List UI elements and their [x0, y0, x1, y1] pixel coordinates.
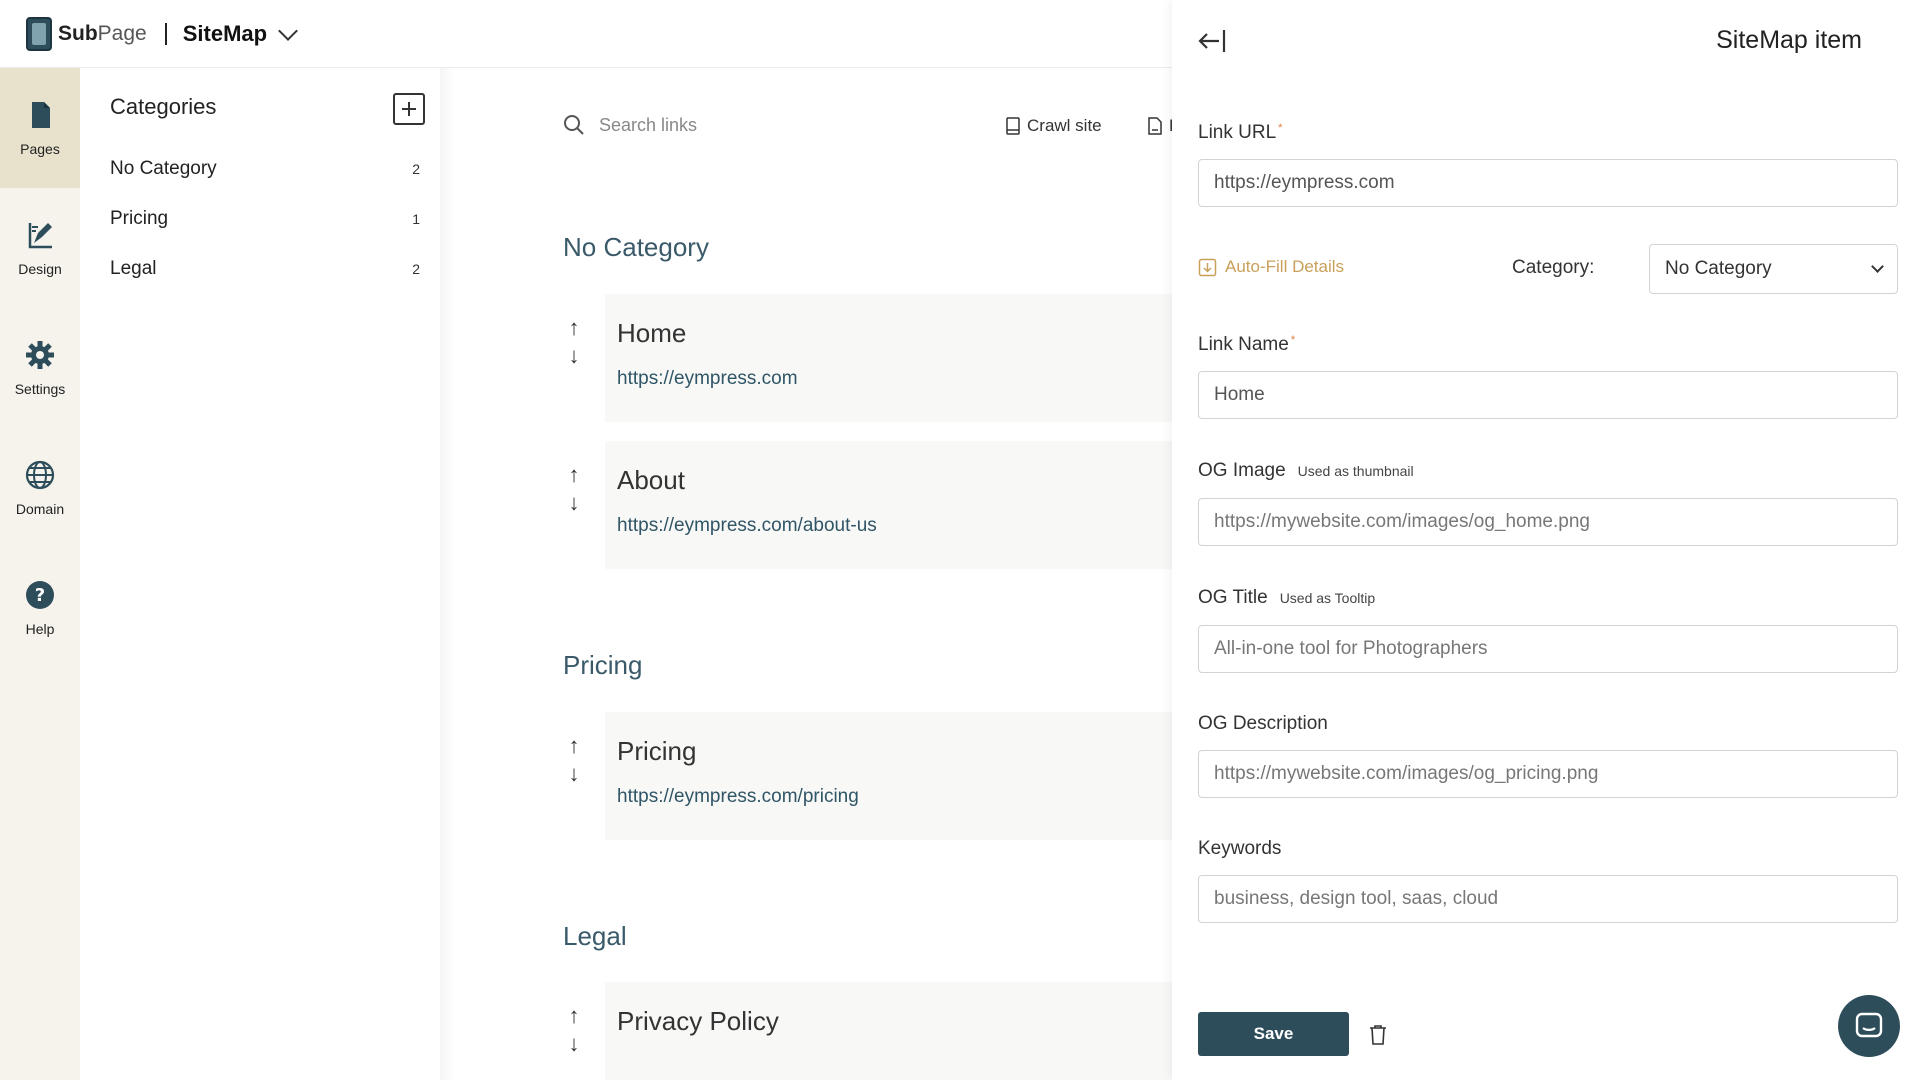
link-card[interactable]: About https://eympress.com/about-us: [605, 441, 1172, 569]
categories-panel: Categories No Category 2 Pricing 1 Legal…: [80, 68, 440, 1080]
crawl-site-button[interactable]: Crawl site: [1005, 116, 1102, 136]
add-category-button[interactable]: [393, 93, 425, 125]
main-content: Search links Crawl site E No Category ↑↓…: [455, 68, 1172, 1080]
nav-label: Domain: [15, 501, 65, 517]
link-name-field[interactable]: Home: [1198, 371, 1898, 419]
section-title: No Category: [563, 232, 709, 262]
og-description-label: OG Description: [1198, 713, 1328, 734]
og-image-label: OG Image Used as thumbnail: [1198, 460, 1414, 481]
design-icon: [28, 223, 52, 249]
category-label: Category:: [1512, 257, 1595, 278]
section-title: Legal: [563, 921, 627, 951]
link-name: Home: [617, 318, 687, 348]
top-bar: SubPage SiteMap: [0, 0, 1172, 68]
nav-item-pages[interactable]: Pages: [0, 68, 80, 188]
logo-icon: [26, 16, 52, 51]
og-description-field[interactable]: https://mywebsite.com/images/og_pricing.…: [1198, 750, 1898, 798]
nav-label: Help: [25, 621, 55, 637]
category-item[interactable]: No Category 2: [110, 158, 420, 180]
subpage-logo[interactable]: SubPage: [26, 16, 147, 51]
reorder-arrows[interactable]: ↑ ↓: [563, 1002, 585, 1062]
chevron-down-icon[interactable]: [278, 20, 298, 41]
panel-divider: [440, 68, 455, 1080]
link-url: https://eympress.com/about-us: [617, 515, 877, 536]
reorder-arrows[interactable]: ↑ ↓: [563, 461, 585, 521]
svg-text:?: ?: [35, 585, 45, 606]
nav-label: Design: [18, 261, 62, 277]
link-url: https://eympress.com/pricing: [617, 786, 859, 807]
globe-icon: [25, 460, 55, 490]
link-card[interactable]: Pricing https://eympress.com/pricing: [605, 712, 1172, 840]
download-icon: [1198, 258, 1217, 276]
link-card[interactable]: Privacy Policy: [605, 982, 1172, 1080]
link-name-label: Link Name *: [1198, 334, 1296, 355]
category-select[interactable]: No Category: [1649, 244, 1898, 294]
section-title: Pricing: [563, 650, 643, 680]
category-item[interactable]: Pricing 1: [110, 208, 420, 230]
category-count: 2: [412, 161, 420, 177]
arrow-down-icon[interactable]: ↓: [563, 760, 585, 788]
export-button[interactable]: E: [1147, 116, 1172, 136]
help-icon: ?: [26, 581, 54, 609]
link-card[interactable]: Home https://eympress.com: [605, 294, 1172, 422]
nav-item-domain[interactable]: Domain: [0, 428, 80, 548]
file-icon: [1148, 117, 1162, 135]
arrow-up-icon[interactable]: ↑: [563, 461, 585, 489]
gear-icon: [26, 341, 54, 369]
arrow-up-icon[interactable]: ↑: [563, 732, 585, 760]
logo-text: SubPage: [58, 21, 147, 45]
arrow-down-icon[interactable]: ↓: [563, 1030, 585, 1058]
auto-fill-button[interactable]: Auto-Fill Details: [1198, 257, 1344, 277]
chat-button[interactable]: [1838, 995, 1900, 1057]
reorder-arrows[interactable]: ↑ ↓: [563, 314, 585, 374]
panel-title: SiteMap item: [1716, 26, 1862, 54]
search-input[interactable]: Search links: [599, 115, 697, 136]
keywords-label: Keywords: [1198, 838, 1282, 859]
auto-fill-label: Auto-Fill Details: [1225, 257, 1345, 276]
nav-item-help[interactable]: ? Help: [0, 548, 80, 668]
search-box[interactable]: Search links: [563, 114, 697, 136]
document-icon: [1006, 117, 1020, 135]
arrow-down-icon[interactable]: ↓: [563, 489, 585, 517]
link-name: Pricing: [617, 736, 697, 766]
page-title[interactable]: SiteMap: [183, 21, 267, 47]
og-title-label: OG Title Used as Tooltip: [1198, 587, 1376, 608]
nav-item-design[interactable]: Design: [0, 188, 80, 308]
title-separator: [164, 22, 167, 45]
og-image-field[interactable]: https://mywebsite.com/images/og_home.png: [1198, 498, 1898, 546]
category-name: Pricing: [110, 208, 169, 229]
category-item[interactable]: Legal 2: [110, 258, 420, 280]
trash-icon[interactable]: [1368, 1024, 1388, 1046]
link-url: https://eympress.com: [617, 368, 798, 389]
nav-label: Pages: [20, 141, 60, 157]
arrow-up-icon[interactable]: ↑: [563, 314, 585, 342]
link-url-field[interactable]: https://eympress.com: [1198, 159, 1898, 207]
collapse-panel-icon[interactable]: [1198, 28, 1228, 54]
link-url-label: Link URL *: [1198, 122, 1283, 143]
nav-label: Settings: [14, 381, 66, 397]
keywords-field[interactable]: business, design tool, saas, cloud: [1198, 875, 1898, 923]
page-icon: [32, 102, 50, 128]
category-select-value: No Category: [1665, 258, 1772, 279]
category-name: No Category: [110, 158, 217, 179]
arrow-down-icon[interactable]: ↓: [563, 342, 585, 370]
category-count: 2: [412, 261, 420, 277]
categories-header: Categories: [110, 94, 217, 119]
reorder-arrows[interactable]: ↑ ↓: [563, 732, 585, 792]
link-name: Privacy Policy: [617, 1006, 779, 1036]
save-button[interactable]: Save: [1198, 1012, 1349, 1056]
sitemap-item-panel: SiteMap item Link URL * https://eympress.…: [1172, 0, 1920, 1080]
link-name: About: [617, 465, 685, 495]
category-count: 1: [412, 211, 420, 227]
category-name: Legal: [110, 258, 157, 279]
sidebar-nav: Pages Design Settings Domain ? Help: [0, 68, 80, 1080]
arrow-up-icon[interactable]: ↑: [563, 1002, 585, 1030]
nav-item-settings[interactable]: Settings: [0, 308, 80, 428]
search-icon: [564, 115, 584, 135]
chat-icon: [1855, 1012, 1883, 1038]
crawl-site-label: Crawl site: [1027, 116, 1102, 135]
og-title-field[interactable]: All-in-one tool for Photographers: [1198, 625, 1898, 673]
chevron-down-icon: [1871, 260, 1884, 273]
